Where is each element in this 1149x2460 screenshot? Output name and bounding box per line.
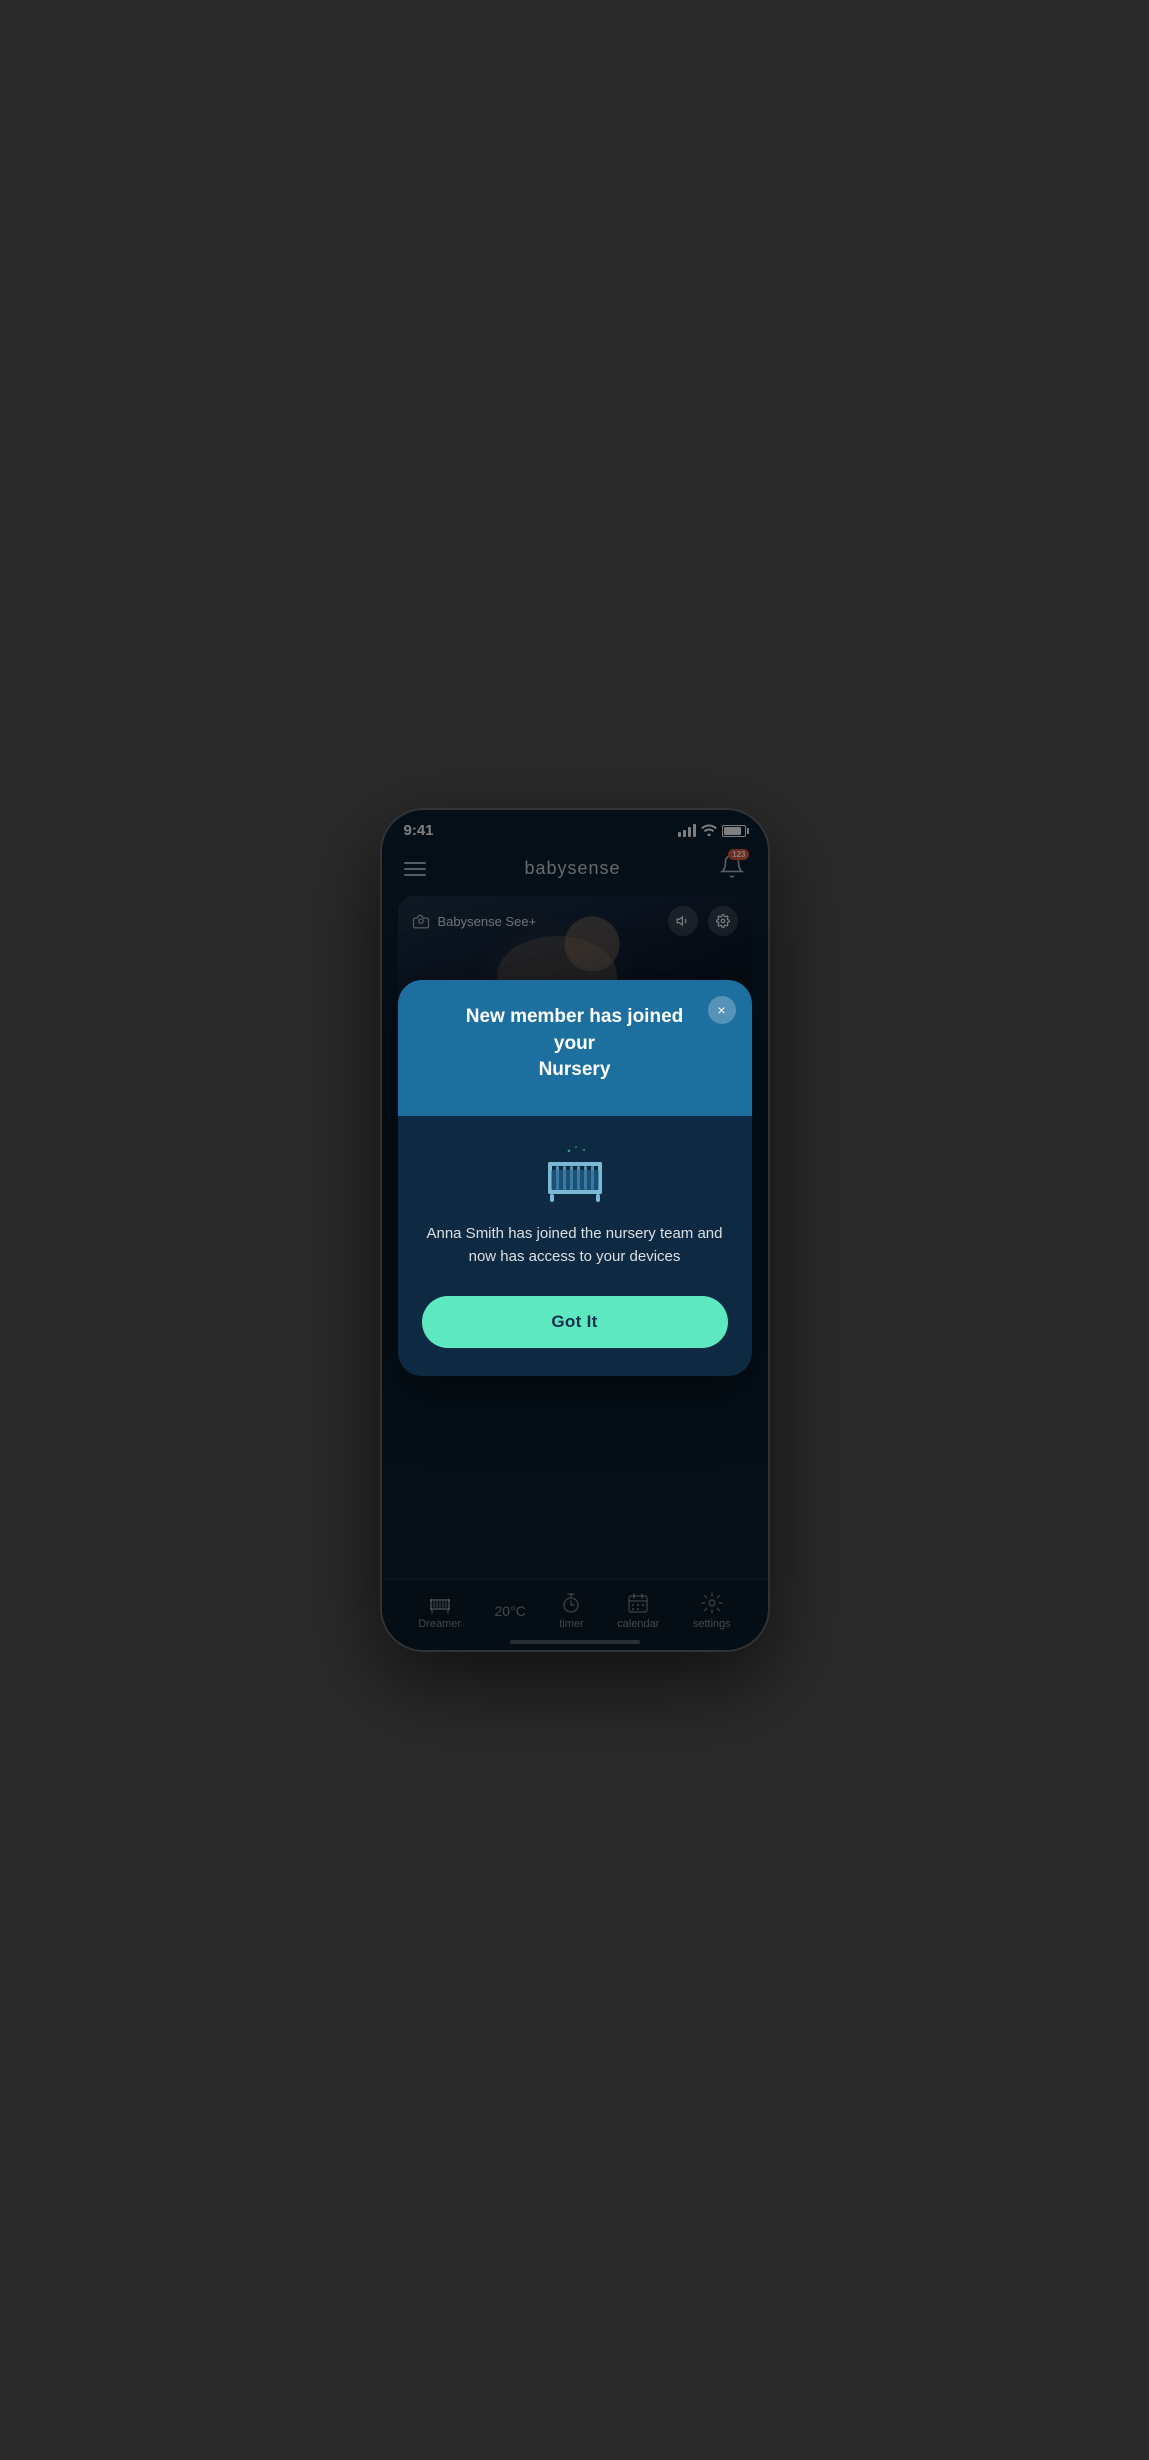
modal-header: × New member has joined yourNursery — [398, 980, 752, 1116]
modal-card: × New member has joined yourNursery — [398, 980, 752, 1376]
phone-frame: 9:41 — [380, 808, 770, 1652]
modal-overlay: × New member has joined yourNursery — [382, 810, 768, 1650]
modal-message: Anna Smith has joined the nursery team a… — [422, 1222, 728, 1269]
phone-screen: 9:41 — [382, 810, 768, 1650]
modal-body: Anna Smith has joined the nursery team a… — [398, 1116, 752, 1377]
modal-title: New member has joined yourNursery — [448, 1004, 702, 1084]
got-it-button[interactable]: Got It — [422, 1296, 728, 1348]
modal-close-button[interactable]: × — [708, 996, 736, 1024]
nursery-crib-icon — [540, 1144, 610, 1204]
